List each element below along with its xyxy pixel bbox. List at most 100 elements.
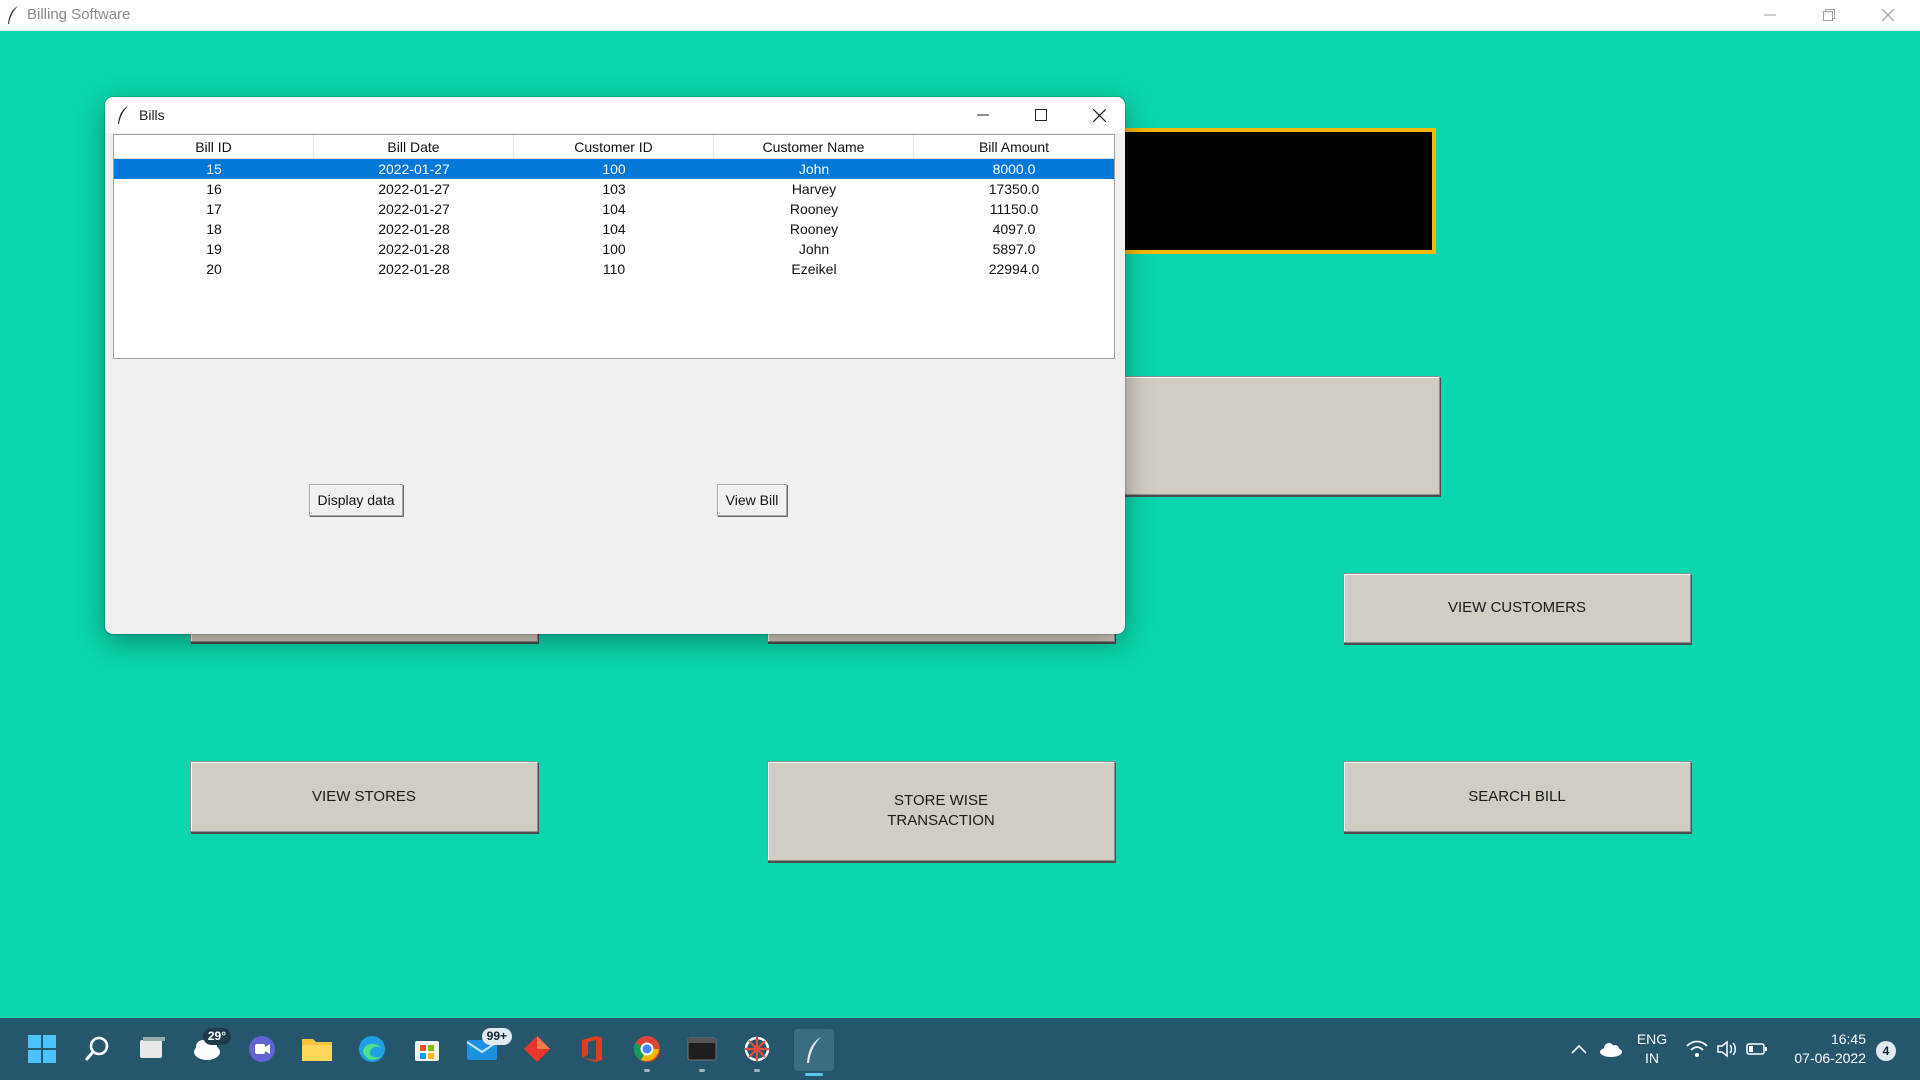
cell-bill-date: 2022-01-27 (378, 161, 450, 177)
maximize-icon (1035, 109, 1047, 121)
language-indicator[interactable]: ENG IN (1634, 1030, 1670, 1068)
wifi-button[interactable] (1684, 1031, 1710, 1067)
bills-dialog: Bills Bill ID Bill Date Customer ID Cust… (105, 97, 1125, 634)
cell-bill-amount: 11150.0 (989, 201, 1039, 217)
store-wise-label-line2: TRANSACTION (887, 812, 995, 829)
battery-button[interactable] (1744, 1031, 1770, 1067)
view-bill-button[interactable]: View Bill (717, 484, 787, 516)
cell-customer-name: Harvey (791, 181, 837, 197)
weather-widget[interactable]: 29° (189, 1028, 231, 1067)
view-customers-label: VIEW CUSTOMERS (1447, 599, 1587, 616)
onedrive-button[interactable] (1597, 1031, 1625, 1067)
mail-button[interactable]: 99+ (464, 1028, 512, 1067)
cell-customer-name: Rooney (789, 201, 839, 217)
column-header-bill-date[interactable]: Bill Date (314, 135, 514, 158)
table-row[interactable]: 17 2022-01-27 104 Rooney 11150.0 (114, 199, 1114, 219)
main-title-bar: Billing Software (0, 0, 1920, 31)
notification-badge[interactable]: 4 (1876, 1041, 1896, 1061)
task-view-icon (140, 1037, 165, 1058)
running-indicator (754, 1069, 760, 1072)
region-code: IN (1645, 1050, 1659, 1066)
restore-icon (1823, 9, 1835, 21)
cell-customer-name: Ezeikel (791, 261, 837, 277)
office-button[interactable] (574, 1031, 610, 1067)
folder-icon (302, 1039, 332, 1061)
close-button[interactable] (1859, 0, 1917, 30)
cell-bill-date: 2022-01-28 (378, 241, 450, 257)
wifi-icon (1686, 1040, 1708, 1057)
minimize-icon (977, 114, 989, 116)
table-row[interactable]: 16 2022-01-27 103 Harvey 17350.0 (114, 179, 1114, 199)
table-row[interactable]: 18 2022-01-28 104 Rooney 4097.0 (114, 219, 1114, 239)
start-button[interactable] (24, 1031, 60, 1067)
store-wise-label-line1: STORE WISE (894, 792, 988, 809)
table-row[interactable]: 19 2022-01-28 100 John 5897.0 (114, 239, 1114, 259)
cell-bill-id: 17 (206, 201, 222, 217)
cell-customer-name: John (798, 241, 830, 257)
dialog-title: Bills (139, 107, 165, 123)
search-bill-button[interactable]: SEARCH BILL (1343, 761, 1691, 832)
cell-bill-amount: 5897.0 (992, 241, 1036, 257)
cell-bill-date: 2022-01-27 (378, 181, 450, 197)
clock[interactable]: 16:45 07-06-2022 (1784, 1030, 1866, 1068)
cell-customer-id: 103 (602, 181, 626, 197)
dialog-title-bar: Bills (105, 97, 1125, 133)
volume-button[interactable] (1714, 1031, 1740, 1067)
view-stores-button[interactable]: VIEW STORES (190, 761, 538, 832)
mail-unread-badge: 99+ (481, 1028, 512, 1045)
billing-software-taskbar-button[interactable] (794, 1029, 834, 1076)
show-hidden-icons-button[interactable] (1566, 1031, 1592, 1067)
volume-icon (1717, 1040, 1736, 1058)
cell-bill-date: 2022-01-27 (378, 201, 450, 217)
store-icon (415, 1041, 439, 1061)
file-explorer-button[interactable] (299, 1031, 335, 1067)
view-stores-label: VIEW STORES (312, 787, 416, 805)
column-header-bill-amount[interactable]: Bill Amount (914, 135, 1114, 158)
table-row[interactable]: 20 2022-01-28 110 Ezeikel 22994.0 (114, 259, 1114, 279)
blank-button[interactable] (1108, 376, 1440, 495)
close-icon (1882, 9, 1894, 21)
chrome-icon (633, 1036, 660, 1062)
cell-bill-amount: 8000.0 (992, 161, 1036, 177)
table-row[interactable]: 15 2022-01-27 100 John 8000.0 (114, 159, 1114, 179)
bills-table[interactable]: Bill ID Bill Date Customer ID Customer N… (113, 134, 1115, 359)
dialog-minimize-button[interactable] (954, 97, 1012, 133)
restore-button[interactable] (1800, 0, 1858, 30)
clock-time: 16:45 (1830, 1031, 1866, 1047)
cell-bill-date: 2022-01-28 (378, 221, 450, 237)
window-title: Billing Software (27, 6, 131, 23)
minimize-button[interactable] (1741, 0, 1799, 30)
app-red-button[interactable] (519, 1031, 555, 1067)
store-button[interactable] (409, 1031, 445, 1067)
windows-icon (28, 1035, 56, 1063)
terminal-icon (687, 1037, 717, 1061)
cell-customer-id: 104 (602, 221, 626, 237)
store-wise-transaction-button[interactable]: STORE WISE TRANSACTION (767, 761, 1115, 861)
column-header-customer-name[interactable]: Customer Name (714, 135, 914, 158)
column-header-bill-id[interactable]: Bill ID (114, 135, 314, 158)
minimize-icon (1764, 14, 1776, 16)
task-view-button[interactable] (134, 1031, 170, 1067)
chat-button[interactable] (244, 1031, 280, 1067)
cell-bill-id: 20 (206, 261, 222, 277)
view-customers-button[interactable]: VIEW CUSTOMERS (1343, 573, 1691, 643)
display-data-button[interactable]: Display data (309, 484, 403, 516)
terminal-button[interactable] (684, 1031, 720, 1072)
edge-button[interactable] (354, 1031, 390, 1067)
feather-icon (8, 6, 18, 24)
office-icon (582, 1036, 602, 1062)
edge-browser-icon (359, 1036, 385, 1062)
app-wheel-button[interactable] (739, 1031, 775, 1072)
dialog-maximize-button[interactable] (1012, 97, 1070, 133)
search-button[interactable] (79, 1031, 115, 1067)
chrome-button[interactable] (629, 1031, 665, 1072)
cell-bill-amount: 4097.0 (992, 221, 1036, 237)
diamond-app-icon (524, 1036, 550, 1062)
chevron-up-icon (1571, 1044, 1587, 1054)
search-bill-label: SEARCH BILL (1468, 787, 1566, 805)
dialog-close-button[interactable] (1070, 97, 1125, 133)
column-header-customer-id[interactable]: Customer ID (514, 135, 714, 158)
cell-customer-id: 104 (602, 201, 626, 217)
cell-bill-amount: 22994.0 (988, 261, 1040, 277)
table-header: Bill ID Bill Date Customer ID Customer N… (114, 135, 1114, 159)
